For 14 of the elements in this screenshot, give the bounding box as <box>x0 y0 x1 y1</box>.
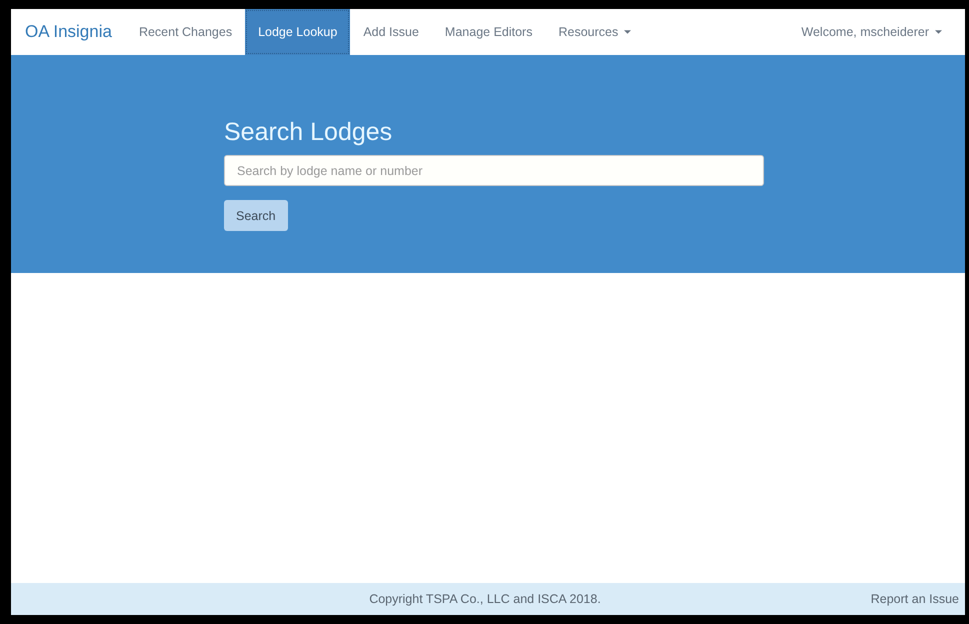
nav-link[interactable]: Add Issue <box>350 9 432 55</box>
report-issue-link[interactable]: Report an Issue <box>870 592 959 606</box>
search-button[interactable]: Search <box>224 200 288 231</box>
copyright-text: Copyright TSPA Co., LLC and ISCA 2018. <box>369 592 601 606</box>
brand-link[interactable]: OA Insignia <box>23 9 126 55</box>
user-menu[interactable]: Welcome, mscheiderer <box>788 9 955 55</box>
search-field[interactable]: Search by lodge name or number <box>224 155 764 186</box>
caret-icon <box>935 30 942 34</box>
nav-link[interactable]: Resources <box>545 9 644 55</box>
nav-link[interactable]: Recent Changes <box>126 9 246 55</box>
page-title: Search Lodges <box>224 117 392 147</box>
nav-link[interactable]: Manage Editors <box>432 9 546 55</box>
caret-icon <box>624 30 632 34</box>
nav-link[interactable]: Lodge Lookup <box>245 9 350 55</box>
